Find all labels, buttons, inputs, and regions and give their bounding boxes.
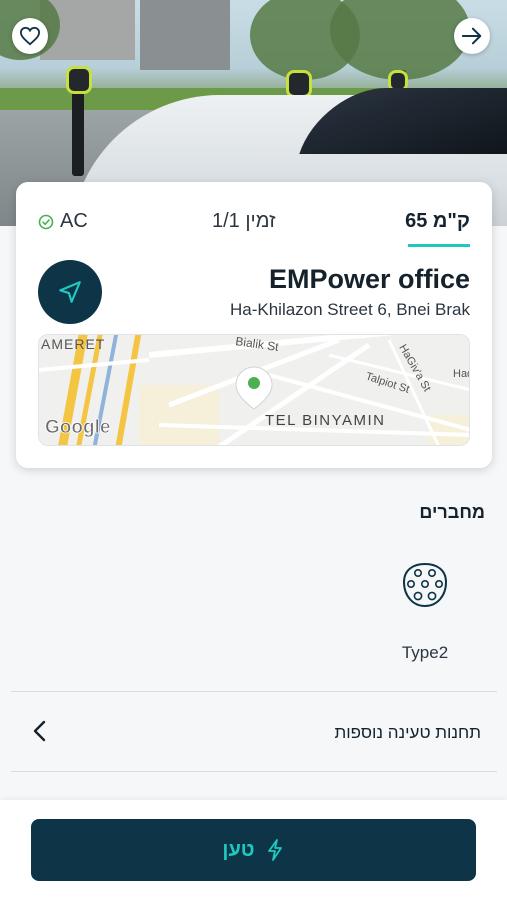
station-address: Ha-Khilazon Street 6, Bnei Brak — [229, 300, 470, 319]
more-stations-row[interactable]: תחנות טעינה נוספות — [11, 693, 497, 771]
photo-building — [140, 0, 230, 70]
photo-tree — [330, 0, 470, 80]
station-stats: 65 ק"מ 1/1 זמין AC — [16, 210, 492, 247]
divider — [11, 691, 497, 692]
photo-charger — [66, 66, 92, 176]
connectors-title: מחברים — [419, 502, 485, 522]
power-tab-indicator — [408, 244, 470, 247]
navigate-button[interactable] — [38, 260, 102, 324]
navigation-arrow-icon — [59, 281, 81, 303]
station-name: EMPower office — [268, 264, 470, 294]
bottom-bar: טען — [0, 800, 507, 900]
chevron-left-icon — [33, 720, 46, 742]
station-map[interactable]: AMERET Bialik St HaGiv'a St Talpiot St H… — [38, 334, 470, 446]
map-area — [139, 385, 219, 445]
more-stations-label: תחנות טעינה נוספות — [334, 723, 481, 742]
station-card: 65 ק"מ 1/1 זמין AC EMPower office Ha-Khi… — [16, 182, 492, 468]
type2-plug-icon — [402, 562, 448, 608]
charge-button-label: טען — [222, 838, 255, 861]
current-type-label: AC — [60, 210, 88, 232]
arrow-right-icon — [461, 27, 482, 45]
lightning-bolt-icon — [267, 839, 282, 861]
station-availability: 1/1 זמין — [212, 210, 276, 232]
connector-label: Type2 — [401, 643, 449, 662]
favorite-button[interactable] — [12, 18, 48, 54]
map-label: TEL BINYAMIN — [265, 412, 386, 429]
station-power: 65 ק"מ — [405, 210, 470, 232]
map-label: Had — [453, 368, 470, 380]
map-google-logo: Google — [45, 417, 110, 438]
share-button[interactable] — [454, 18, 490, 54]
current-type: AC — [38, 210, 88, 233]
divider — [11, 771, 497, 772]
connector-type2[interactable]: Type2 — [385, 560, 465, 670]
heart-icon — [19, 26, 41, 46]
charge-button[interactable]: טען — [31, 819, 476, 881]
check-circle-icon — [38, 214, 54, 229]
map-label: AMERET — [41, 336, 105, 352]
